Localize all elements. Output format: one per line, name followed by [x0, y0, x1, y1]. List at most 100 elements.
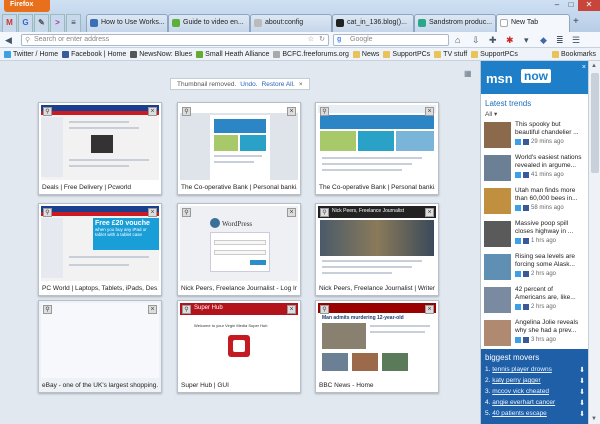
bookmark-folder-tv[interactable]: TV stuff	[434, 50, 467, 58]
mover-item[interactable]: 2. katy perry jagger ⬇	[485, 377, 585, 385]
facebook-icon[interactable]	[523, 337, 529, 343]
pin-icon[interactable]: ⚲	[182, 305, 191, 314]
bookmark-twitter[interactable]: Twitter / Home	[4, 50, 58, 58]
scrollbar-thumb[interactable]	[591, 73, 599, 173]
thumbnail-tile[interactable]: ⚲ × WordPress Nick Peers, Freelance Journ…	[177, 203, 301, 296]
pin-icon[interactable]: ⚲	[320, 208, 329, 217]
mover-link[interactable]: mccov vick cheated	[492, 388, 549, 395]
thumbnail-tile[interactable]: ⚲ × Super Hub Welcome to your Virgin Medi…	[177, 300, 301, 393]
tab-cat-blog[interactable]: cat_in_136.blog()...	[332, 14, 414, 32]
pin-icon[interactable]: ⚲	[43, 208, 52, 217]
trend-item[interactable]: Massive poop spill closes highway in ...…	[484, 220, 584, 250]
trend-item[interactable]: 42 percent of Americans are, like... 2 h…	[484, 286, 584, 316]
pin-icon[interactable]: ⚲	[320, 305, 329, 314]
tab-guide-video[interactable]: Guide to video en...	[168, 14, 250, 32]
minimize-icon[interactable]: –	[550, 0, 564, 11]
facebook-icon[interactable]	[523, 238, 529, 244]
app-tab-edit[interactable]: ✎	[34, 14, 49, 32]
new-tab-button[interactable]: +	[573, 16, 585, 30]
close-icon[interactable]: ×	[148, 305, 157, 314]
trend-item[interactable]: World's easiest nations revealed in argu…	[484, 154, 584, 184]
mover-item[interactable]: 4. angie everhart cancer ⬇	[485, 399, 585, 407]
twitter-icon[interactable]	[515, 337, 521, 343]
app-tab-g[interactable]: G	[18, 14, 33, 32]
address-bar[interactable]: ⚲ Search or enter address ☆ ↻	[21, 34, 329, 46]
reload-icon[interactable]: ↻	[319, 35, 325, 43]
facebook-icon[interactable]	[523, 139, 529, 145]
home-icon[interactable]: ⌂	[455, 34, 460, 46]
tab-sandstrom[interactable]: Sandstrom produc...	[414, 14, 496, 32]
pin-icon[interactable]: ⚲	[182, 208, 191, 217]
mover-link[interactable]: katy perry jagger	[492, 377, 540, 384]
twitter-icon[interactable]	[515, 238, 521, 244]
bookmark-small-heath[interactable]: Small Heath Alliance	[196, 50, 269, 58]
trend-item[interactable]: Rising sea levels are forcing some Alask…	[484, 253, 584, 283]
bookmark-facebook[interactable]: Facebook | Home	[62, 50, 126, 58]
close-icon[interactable]: ×	[148, 208, 157, 217]
twitter-icon[interactable]	[515, 304, 521, 310]
tab-how-to-use[interactable]: How to Use Works...	[86, 14, 168, 32]
bookmark-newsnow[interactable]: NewsNow: Blues	[130, 50, 192, 58]
scroll-up-icon[interactable]: ▲	[591, 63, 597, 69]
close-icon[interactable]: ×	[425, 107, 434, 116]
close-icon[interactable]: ×	[287, 107, 296, 116]
tab-new-tab[interactable]: New Tab	[496, 14, 570, 32]
pin-icon[interactable]: ⚲	[43, 107, 52, 116]
thumbnail-tile[interactable]: ⚲ × Nick Peers, Freelance Journalist Nick…	[315, 203, 439, 296]
menu-icon[interactable]: ☰	[572, 34, 580, 46]
search-bar[interactable]: g Google	[333, 34, 449, 46]
thumbnail-tile[interactable]: ⚲ × Deals | Free Delivery | Pcworld	[38, 102, 162, 195]
thumbnail-tile[interactable]: ⚲ × Free £20 vouche when you buy any iPad…	[38, 203, 162, 296]
close-icon[interactable]: ×	[287, 305, 296, 314]
close-icon[interactable]: ×	[287, 208, 296, 217]
mover-link[interactable]: 40 patients escape	[492, 410, 547, 417]
lastpass-icon[interactable]: ✱	[506, 34, 514, 46]
mover-item[interactable]: 1. tennis player drowns ⬇	[485, 366, 585, 374]
facebook-icon[interactable]	[523, 271, 529, 277]
facebook-icon[interactable]	[523, 205, 529, 211]
scroll-down-icon[interactable]: ▼	[591, 416, 597, 422]
download-icon[interactable]: ⇩	[472, 34, 480, 46]
close-window-icon[interactable]: ✕	[578, 0, 600, 11]
sidebar-scrollbar[interactable]: ▲ ▼	[588, 61, 600, 424]
grid-toggle-icon[interactable]: ▦	[464, 69, 472, 78]
close-icon[interactable]: ×	[425, 208, 434, 217]
close-icon[interactable]: ×	[425, 305, 434, 314]
twitter-icon[interactable]	[515, 172, 521, 178]
trend-item[interactable]: Angelina Jolie reveals why she had a pre…	[484, 319, 584, 349]
close-icon[interactable]: ×	[148, 107, 157, 116]
thumbnail-tile[interactable]: ⚲ × eBay - one of the UK's largest shoppi…	[38, 300, 162, 393]
restore-all-link[interactable]: Restore All.	[262, 81, 295, 88]
firefox-menu-button[interactable]: Firefox	[4, 0, 50, 12]
addon-icon[interactable]: ✚	[489, 34, 497, 46]
facebook-icon[interactable]	[523, 304, 529, 310]
bookmark-folder-supportpcs[interactable]: SupportPCs	[383, 50, 430, 58]
undo-link[interactable]: Undo.	[240, 81, 257, 88]
facebook-icon[interactable]	[523, 172, 529, 178]
bookmark-folder-supportpcs-2[interactable]: SupportPCs	[471, 50, 518, 58]
share-icon[interactable]: ▾	[524, 34, 529, 46]
mover-link[interactable]: angie everhart cancer	[492, 399, 555, 406]
back-arrow-icon[interactable]: ◀	[5, 34, 12, 46]
twitter-icon[interactable]	[515, 271, 521, 277]
twitter-icon[interactable]	[515, 205, 521, 211]
thumbnail-tile[interactable]: ⚲ × The Co-operative Bank | Personal bank…	[315, 102, 439, 195]
app-tab-stack[interactable]: ≡	[66, 14, 81, 32]
pin-icon[interactable]: ⚲	[320, 107, 329, 116]
mover-item[interactable]: 3. mccov vick cheated ⬇	[485, 388, 585, 396]
bookmarks-menu[interactable]: Bookmarks	[551, 50, 596, 58]
bookmark-folder-news[interactable]: News	[352, 50, 379, 58]
mover-item[interactable]: 5. 40 patients escape ⬇	[485, 410, 585, 418]
pocket-icon[interactable]: ◆	[540, 34, 547, 46]
trend-item[interactable]: Utah man finds more than 60,000 bees in.…	[484, 187, 584, 217]
trend-filter-dropdown[interactable]: All ▾	[485, 110, 497, 118]
feed-icon[interactable]: ≣	[556, 34, 564, 46]
app-tab-gmail[interactable]: M	[2, 14, 17, 32]
tab-about-config[interactable]: about:config	[250, 14, 332, 32]
thumbnail-tile[interactable]: ⚲ × The Co-operative Bank | Personal bank…	[177, 102, 301, 195]
pin-icon[interactable]: ⚲	[43, 305, 52, 314]
star-icon[interactable]: ☆	[308, 35, 314, 43]
maximize-icon[interactable]: □	[564, 0, 578, 11]
thumbnail-tile[interactable]: ⚲ × Man admits murdering 12-year-old BBC …	[315, 300, 439, 393]
mover-link[interactable]: tennis player drowns	[492, 366, 552, 373]
